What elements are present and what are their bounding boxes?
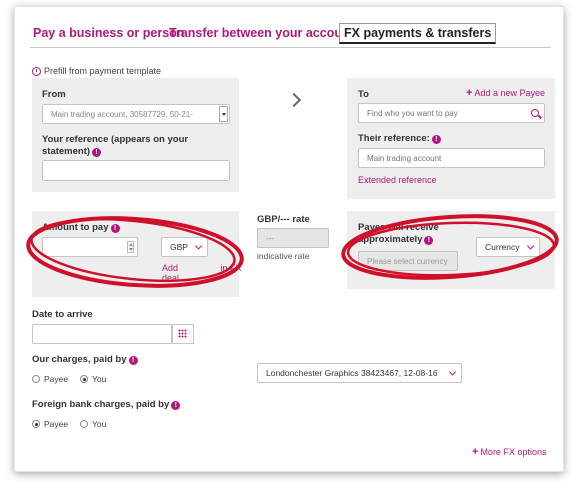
annotation-circle-left-inner xyxy=(30,218,236,282)
annotation-overlay xyxy=(26,214,559,288)
annotation-circle-right xyxy=(341,214,559,280)
